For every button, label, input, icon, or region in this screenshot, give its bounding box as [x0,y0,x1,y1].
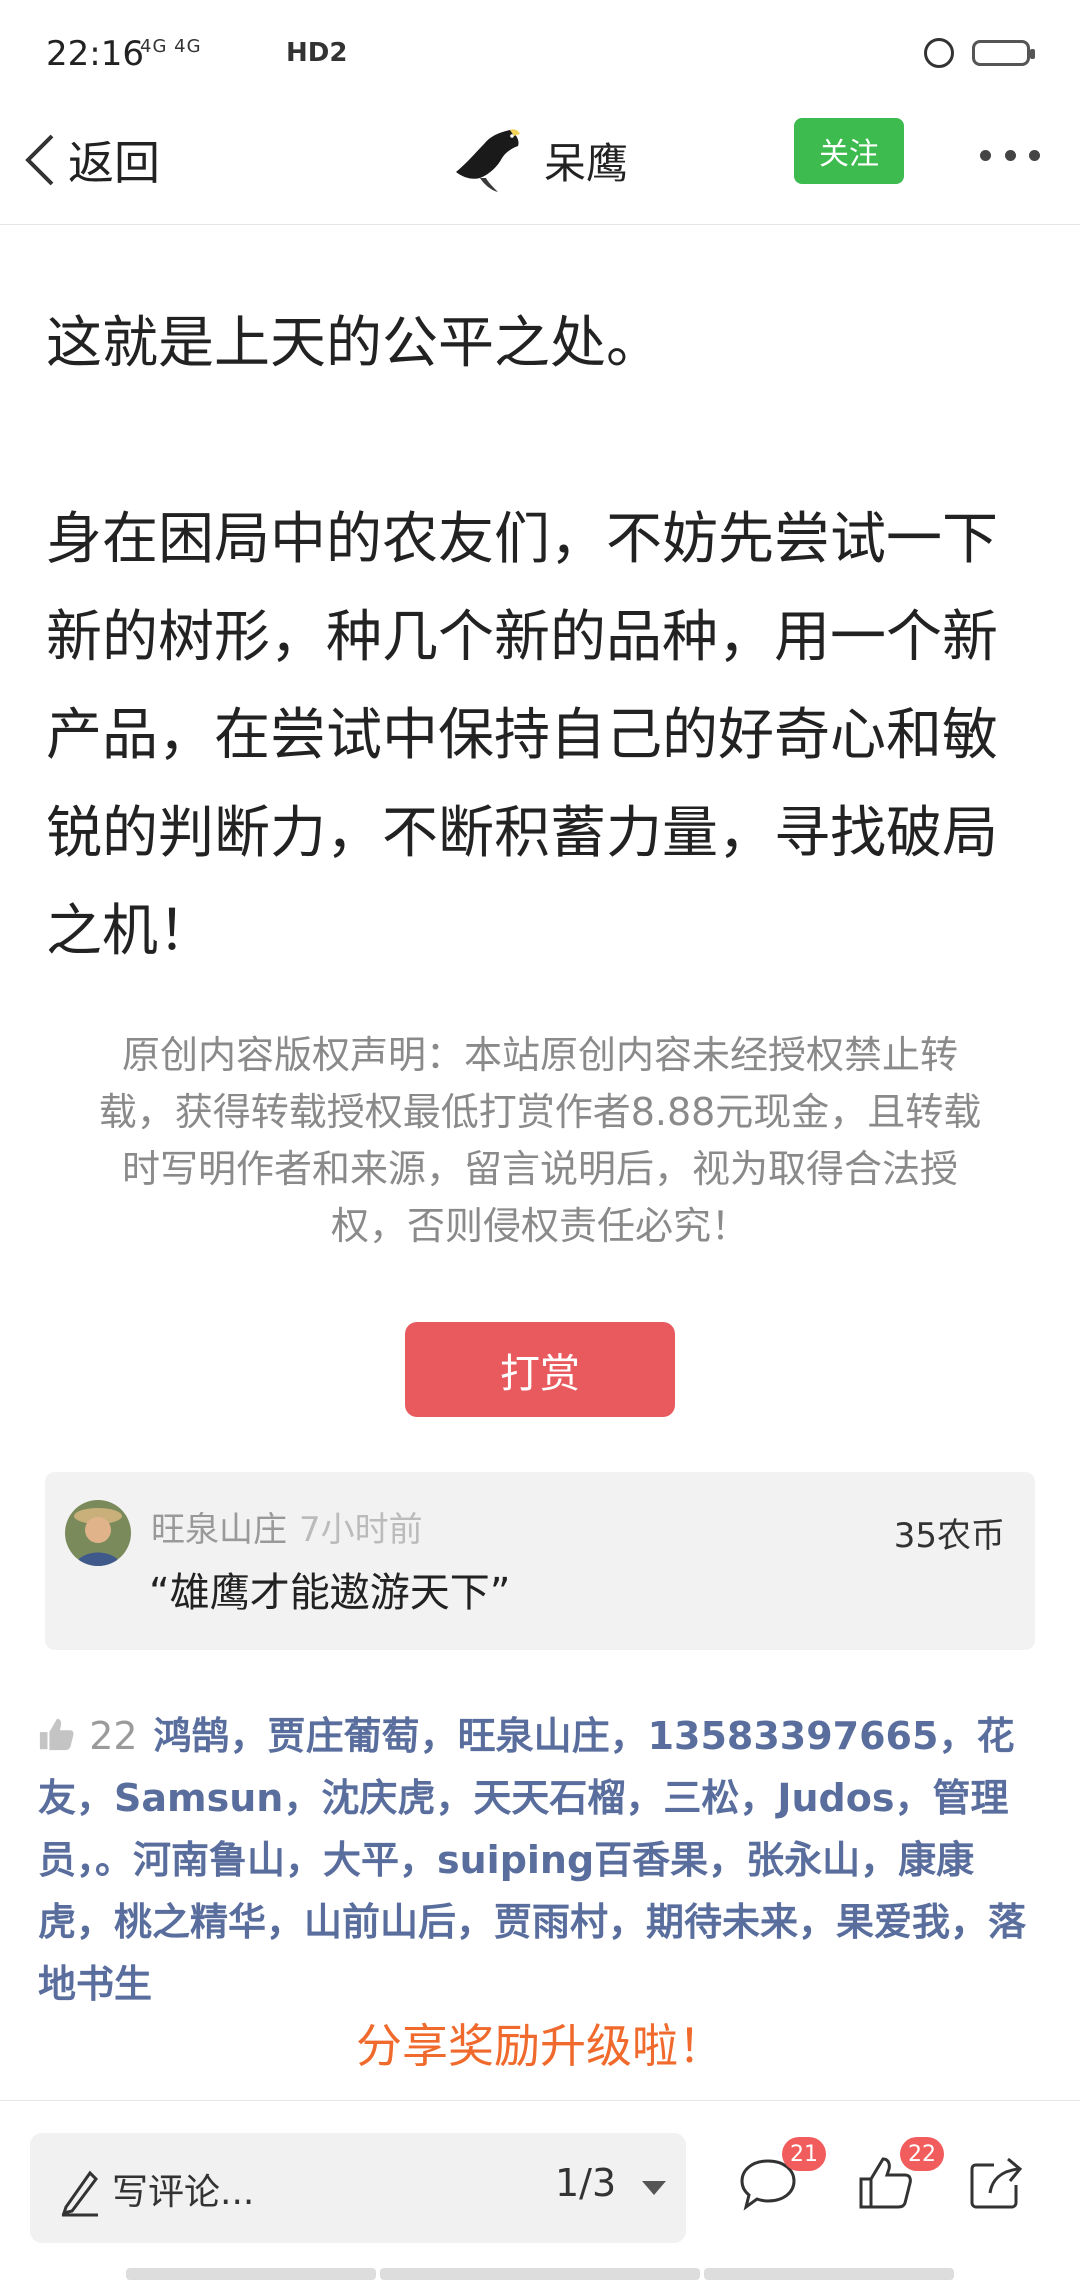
battery-icon [972,40,1035,66]
tip-amount: 35农币 [893,1516,1005,1556]
more-dot [1004,149,1016,161]
status-bar: 22:16 4G 4G HD2 [0,0,1080,110]
more-dot [980,149,991,161]
avatar[interactable] [65,1500,131,1566]
eagle-avatar-icon [456,129,520,192]
tip-message: “雄鹰才能遨游天下” [149,1570,511,1616]
comment-input[interactable]: 写评论... 1/3 [30,2133,686,2243]
more-icon[interactable] [980,140,1040,170]
rotation-lock-icon [924,38,954,68]
article-paragraph: 身在困局中的农友们，不妨先尝试一下新的树形，种几个新的品种，用一个新产品，在尝试… [46,507,998,964]
tip-record: 旺泉山庄 7小时前 35农币 “雄鹰才能遨游天下” [45,1472,1035,1650]
liker-names: 鸿鹄，贾庄葡萄，旺泉山庄，13583397665，花友，Samsun，沈庆虎，天… [38,1714,1027,2006]
network-indicator: 4G 4G [140,36,202,57]
tipper-info: 旺泉山庄 7小时前 [151,1502,423,1551]
article-body: 这就是上天的公平之处。 身在困局中的农友们，不妨先尝试一下新的树形，种几个新的品… [46,295,1036,981]
page-indicator[interactable]: 1/3 [555,2161,616,2205]
pencil-icon [61,2170,98,2217]
comment-count-badge: 21 [782,2137,826,2171]
status-time: 22:16 [46,34,144,74]
system-nav-indicator [380,2268,700,2280]
back-label: 返回 [68,136,160,190]
system-nav-indicator [126,2268,376,2280]
author-name: 呆鹰 [544,138,629,188]
share-promo[interactable]: 分享奖励升级啦！ [0,2010,1080,2076]
more-dot [1029,149,1040,161]
top-nav-bar: 返回 呆鹰 关注 [0,110,1080,225]
author-info[interactable]: 呆鹰 [450,118,628,202]
like-count-badge: 22 [900,2137,944,2171]
chevron-down-icon[interactable] [642,2181,666,2195]
likes-list: 22 鸿鹄，贾庄葡萄，旺泉山庄，13583397665，花友，Samsun，沈庆虎… [38,1705,1048,2015]
hd-indicator: HD2 [286,38,348,68]
tip-time: 7小时前 [299,1510,423,1550]
chevron-left-icon [25,134,54,186]
tipper-name[interactable]: 旺泉山庄 [151,1510,287,1550]
article-paragraph: 这就是上天的公平之处。 [46,311,662,376]
bottom-bar: 写评论... 1/3 21 22 [0,2100,1080,2281]
copyright-notice: 原创内容版权声明：本站原创内容未经授权禁止转载，获得转载授权最低打赏作者8.88… [98,1033,982,1248]
tip-button[interactable]: 打赏 [405,1322,675,1417]
tipper-avatar-image [65,1500,131,1566]
comment-placeholder: 写评论... [112,2172,255,2213]
share-icon[interactable] [966,2153,1026,2213]
like-count: 22 [89,1714,138,1758]
follow-button[interactable]: 关注 [794,118,904,184]
system-nav-indicator [704,2268,954,2280]
back-button[interactable]: 返回 [22,120,160,200]
thumb-up-icon[interactable] [38,1715,76,1753]
